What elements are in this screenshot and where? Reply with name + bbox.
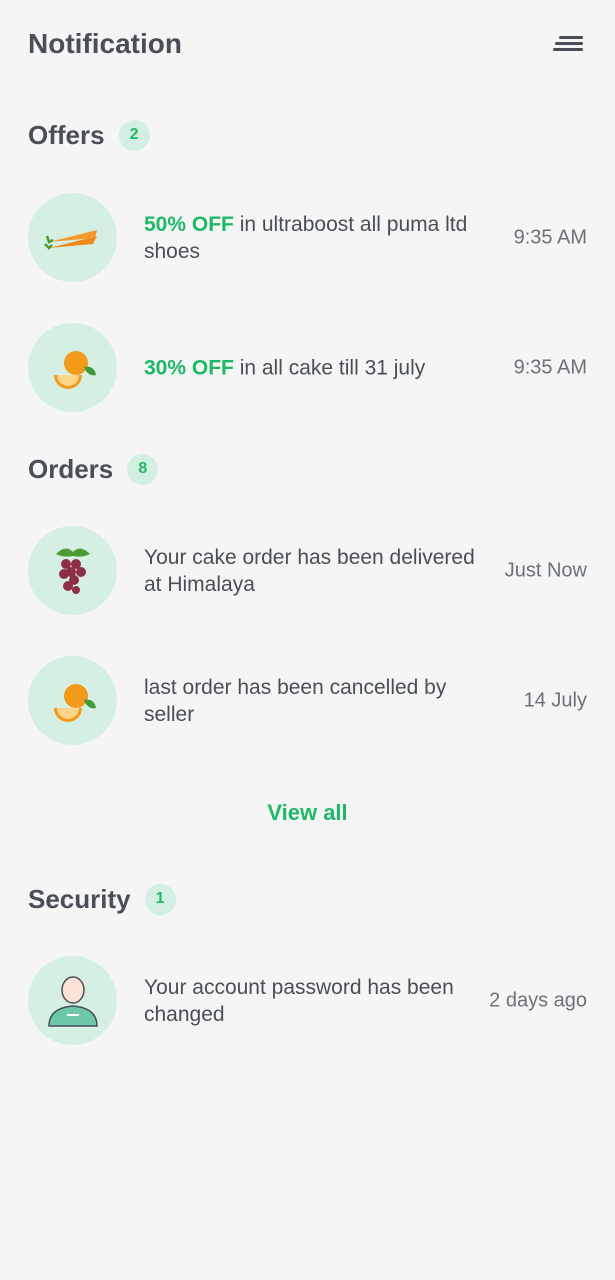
- security-time: 2 days ago: [489, 989, 587, 1012]
- order-thumbnail: [28, 526, 117, 615]
- security-title: Security: [28, 883, 131, 914]
- offer-time: 9:35 AM: [513, 356, 587, 379]
- orange-icon: [53, 683, 96, 722]
- security-thumbnail: [28, 956, 117, 1045]
- order-notification[interactable]: last order has been cancelled by seller …: [28, 656, 587, 746]
- orders-section-header: Orders 8: [28, 452, 159, 486]
- offer-message: 50% OFF in ultraboost all puma ltd shoes: [144, 211, 484, 265]
- menu-icon[interactable]: [553, 34, 583, 54]
- security-message: Your account password has been changed: [144, 976, 454, 1026]
- offer-notification[interactable]: 30% OFF in all cake till 31 july 9:35 AM: [28, 323, 587, 413]
- offer-highlight: 50% OFF: [144, 213, 234, 236]
- order-time: Just Now: [504, 559, 587, 582]
- page-title: Notification: [28, 28, 182, 59]
- view-all-link[interactable]: View all: [0, 800, 615, 826]
- order-notification[interactable]: Your cake order has been delivered at Hi…: [28, 526, 587, 616]
- offer-time: 9:35 AM: [513, 226, 587, 249]
- orders-count-badge: 8: [127, 453, 159, 485]
- header: Notification: [28, 26, 587, 62]
- orders-title: Orders: [28, 453, 114, 484]
- carrot-icon: [43, 229, 97, 250]
- orange-icon: [53, 350, 96, 389]
- offer-thumbnail: [28, 193, 117, 282]
- order-message: last order has been cancelled by seller: [144, 676, 447, 726]
- order-time: 14 July: [523, 689, 587, 712]
- offers-count-badge: 2: [118, 119, 150, 151]
- order-message: Your cake order has been delivered at Hi…: [144, 546, 475, 596]
- security-notification[interactable]: Your account password has been changed 2…: [28, 956, 587, 1046]
- offer-message: 30% OFF in all cake till 31 july: [144, 355, 484, 382]
- security-count-badge: 1: [144, 883, 176, 915]
- offer-text: in all cake till 31 july: [233, 356, 426, 380]
- offers-section-header: Offers 2: [28, 118, 150, 152]
- offer-highlight: 30% OFF: [144, 356, 234, 380]
- user-avatar-icon: [47, 975, 98, 1027]
- grapes-icon: [55, 547, 90, 594]
- offer-notification[interactable]: 50% OFF in ultraboost all puma ltd shoes…: [28, 193, 587, 283]
- security-section-header: Security 1: [28, 882, 176, 916]
- order-thumbnail: [28, 656, 117, 745]
- offers-title: Offers: [28, 119, 105, 150]
- offer-thumbnail: [28, 323, 117, 412]
